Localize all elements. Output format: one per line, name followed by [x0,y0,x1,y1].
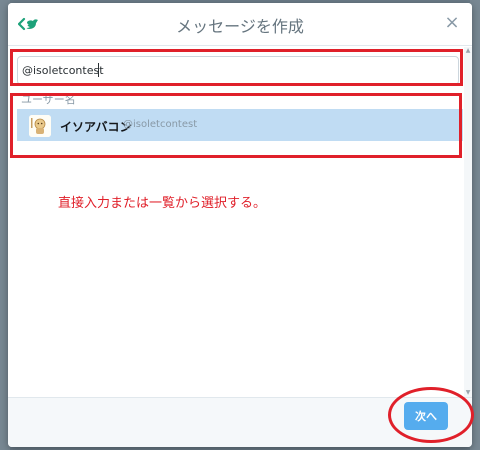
text-caret [98,63,99,77]
annotation-instruction-text: 直接入力または一覧から選択する。 [58,196,267,211]
suggestion-user-handle: @isoletcontest [123,119,198,130]
recipient-input[interactable] [22,60,442,80]
compose-message-dialog: メッセージを作成 × ユーザー名 イソアバコン @isoletcontest ▲… [8,3,472,447]
next-button[interactable]: 次へ [404,402,448,430]
dialog-header: メッセージを作成 × [8,3,472,46]
suggestion-scrollbar[interactable]: ▲ ▼ [464,47,472,397]
recipient-input-wrapper [17,56,459,85]
suggestion-section-label: ユーザー名 [21,93,76,106]
dialog-footer [8,397,472,447]
scroll-down-arrow-icon[interactable]: ▼ [464,389,472,397]
suggestion-user-name: イソアバコン [60,120,132,134]
avatar [29,115,51,137]
dialog-title: メッセージを作成 [176,17,304,36]
suggestion-item-user[interactable]: イソアバコン @isoletcontest [17,109,463,141]
close-icon[interactable]: × [442,13,462,33]
scroll-up-arrow-icon[interactable]: ▲ [464,47,472,55]
